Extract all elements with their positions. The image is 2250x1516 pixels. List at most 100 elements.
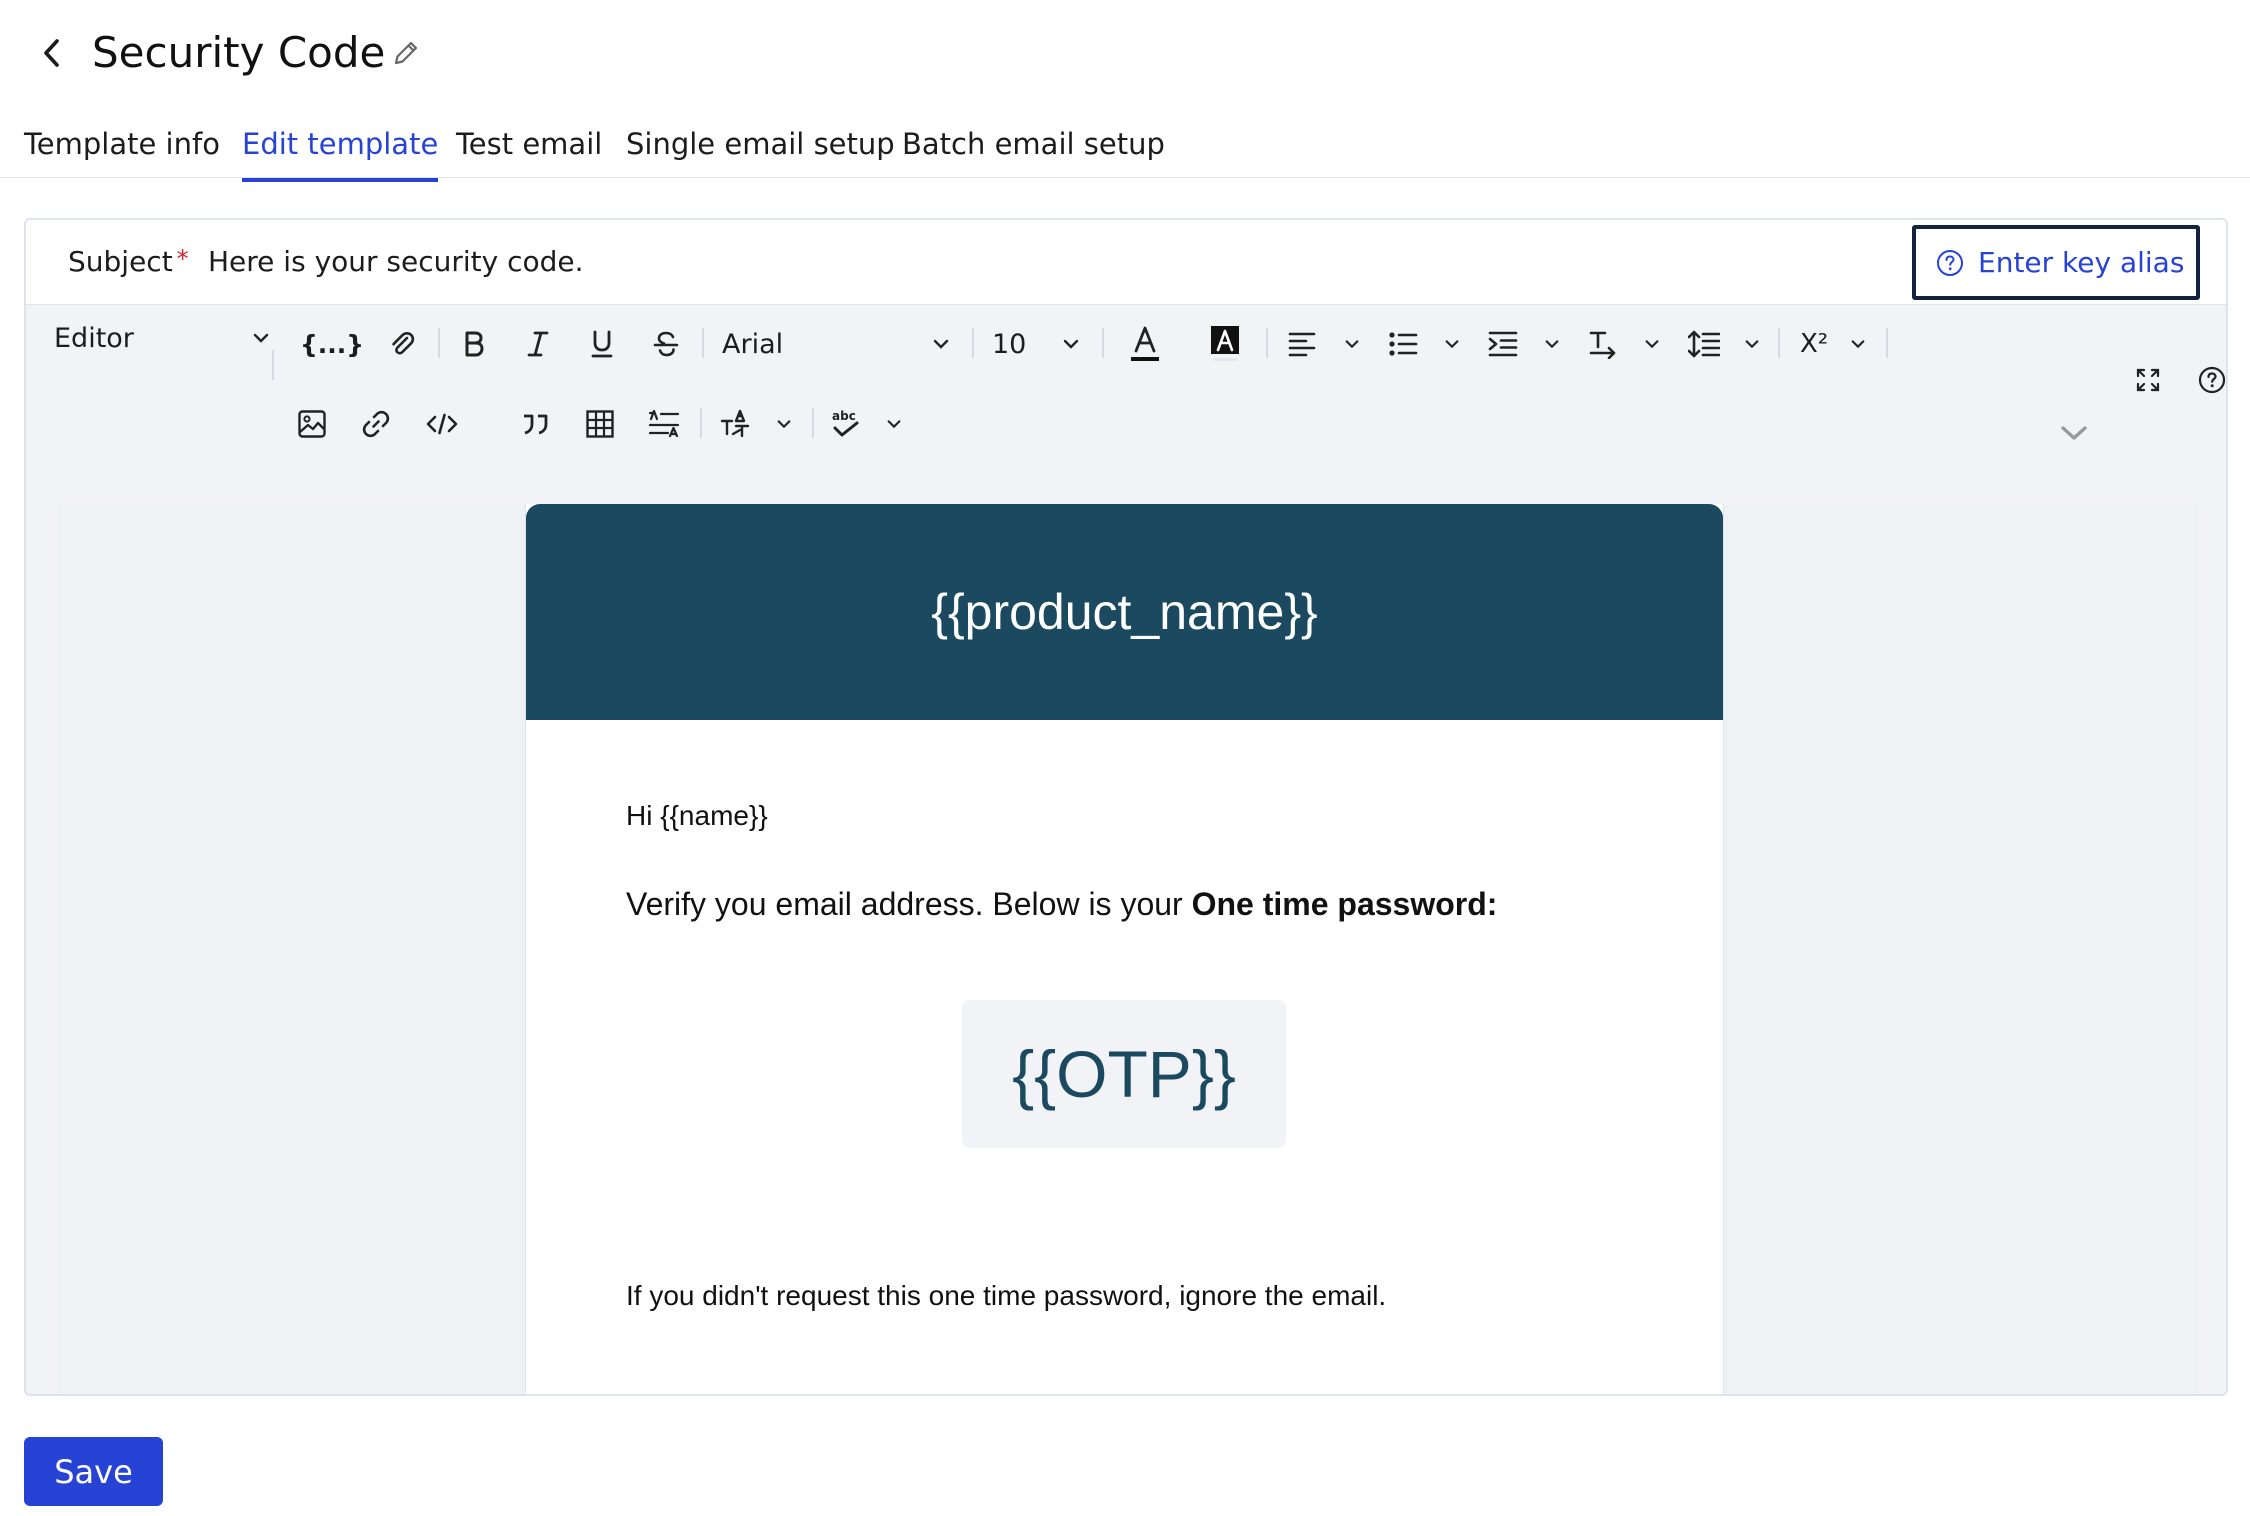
toolbar-divider — [272, 350, 274, 380]
toolbar-divider — [1102, 328, 1104, 358]
line-height-button[interactable] — [1684, 324, 1764, 364]
table-icon — [586, 410, 614, 438]
insert-link-button[interactable] — [356, 404, 396, 444]
collapse-toolbar-icon — [2061, 426, 2087, 440]
spellcheck-button[interactable]: abc — [826, 404, 906, 444]
format-icon — [648, 409, 680, 438]
chevron-down-icon — [777, 420, 791, 429]
attach-icon — [392, 331, 415, 355]
editor-mode-value: Editor — [54, 322, 134, 354]
merge-tag-button[interactable]: {...} — [300, 324, 364, 364]
email-verify-text: Verify you email address. Below is your … — [626, 886, 1497, 923]
link-icon — [362, 410, 390, 438]
font-family-value: Arial — [722, 328, 784, 360]
strikethrough-icon — [653, 331, 679, 357]
clear-format-button[interactable] — [716, 404, 796, 444]
tab-single-email-setup[interactable]: Single email setup — [626, 126, 895, 162]
quote-icon — [524, 414, 548, 435]
toolbar-divider — [812, 408, 814, 438]
table-button[interactable] — [580, 404, 620, 444]
back-button[interactable] — [34, 32, 70, 74]
tab-edit-template[interactable]: Edit template — [242, 126, 439, 182]
toolbar-divider — [1778, 328, 1780, 358]
toolbar-divider — [700, 408, 702, 438]
bold-button[interactable] — [454, 324, 494, 364]
editor-toolbar: Editor {...} Arial 10 X² abc — [26, 306, 2226, 472]
email-canvas[interactable]: {{product_name}} Hi {{name}} Verify you … — [57, 502, 2199, 1394]
toolbar-divider — [1886, 328, 1888, 358]
clear-format-icon — [720, 409, 750, 438]
chevron-down-icon — [1063, 339, 1079, 349]
collapse-toolbar-button[interactable] — [2054, 418, 2094, 448]
help-circle-icon — [1937, 249, 1963, 276]
toolbar-divider — [1266, 328, 1268, 358]
bullet-list-button[interactable] — [1384, 324, 1464, 364]
font-color-icon — [1131, 326, 1159, 361]
underline-button[interactable] — [582, 324, 622, 364]
email-header: {{product_name}} — [526, 504, 1723, 720]
required-marker: * — [176, 245, 189, 273]
subject-label: Subject * — [68, 245, 189, 278]
italic-button[interactable] — [518, 324, 558, 364]
editor-mode-select[interactable]: Editor — [46, 316, 276, 360]
format-button[interactable] — [644, 404, 684, 444]
tab-batch-email-setup[interactable]: Batch email setup — [902, 126, 1165, 162]
fullscreen-icon — [2136, 368, 2160, 392]
line-height-icon — [1688, 330, 1720, 358]
font-size-value: 10 — [992, 328, 1027, 360]
help-button[interactable] — [2194, 362, 2226, 398]
tab-template-info[interactable]: Template info — [24, 126, 220, 162]
image-icon — [298, 410, 326, 438]
save-button[interactable]: Save — [24, 1437, 163, 1506]
merge-tag-icon: {...} — [299, 329, 365, 359]
help-icon — [2198, 366, 2226, 394]
font-family-select[interactable]: Arial — [716, 324, 956, 364]
background-color-button[interactable] — [1204, 320, 1246, 368]
otp-box: {{OTP}} — [962, 1000, 1286, 1148]
top-bar: Security Code — [0, 0, 2250, 110]
font-size-select[interactable]: 10 — [986, 324, 1086, 364]
subject-input[interactable]: Here is your security code. — [208, 245, 584, 278]
email-verify-plain: Verify you email address. Below is your — [626, 886, 1192, 922]
text-direction-icon — [1589, 331, 1616, 359]
bold-icon — [465, 331, 484, 357]
font-color-button[interactable] — [1124, 320, 1166, 368]
strikethrough-button[interactable] — [646, 324, 686, 364]
email-footer-note: If you didn't request this one time pass… — [626, 1280, 1387, 1311]
email-body[interactable]: {{product_name}} Hi {{name}} Verify you … — [525, 504, 1724, 1394]
tab-test-email[interactable]: Test email — [456, 126, 602, 162]
text-direction-button[interactable] — [1584, 324, 1664, 364]
superscript-icon: X² — [1800, 329, 1829, 359]
code-icon — [426, 413, 458, 435]
chevron-down-icon — [253, 333, 269, 343]
quote-button[interactable] — [516, 404, 556, 444]
align-button[interactable] — [1284, 324, 1364, 364]
email-verify-bold: One time password: — [1191, 886, 1498, 922]
edit-title-button[interactable] — [388, 34, 424, 72]
underline-icon — [591, 330, 613, 358]
insert-image-button[interactable] — [292, 404, 332, 444]
svg-text:abc: abc — [832, 409, 856, 423]
chevron-down-icon — [1645, 340, 1659, 349]
chevron-down-icon — [1545, 340, 1559, 349]
pencil-icon — [394, 41, 418, 65]
chevron-down-icon — [887, 420, 901, 429]
align-icon — [1288, 332, 1316, 357]
subject-row: Subject * Here is your security code. Ent… — [26, 220, 2226, 305]
tab-bar: Template info Edit template Test email S… — [0, 118, 2250, 182]
chevron-down-icon — [933, 339, 949, 349]
editor-frame: Subject * Here is your security code. Ent… — [24, 218, 2228, 1396]
enter-key-alias-button[interactable]: Enter key alias — [1912, 225, 2200, 300]
indent-button[interactable] — [1484, 324, 1564, 364]
enter-key-alias-label: Enter key alias — [1978, 246, 2185, 279]
background-color-icon — [1211, 326, 1239, 361]
page-title: Security Code — [92, 28, 386, 77]
attach-button[interactable] — [382, 324, 422, 364]
toolbar-divider — [438, 328, 440, 358]
italic-icon — [527, 331, 549, 357]
chevron-left-icon — [44, 39, 59, 67]
code-button[interactable] — [422, 404, 462, 444]
subject-label-text: Subject — [68, 245, 173, 278]
superscript-button[interactable]: X² — [1796, 324, 1870, 364]
fullscreen-button[interactable] — [2130, 362, 2166, 398]
